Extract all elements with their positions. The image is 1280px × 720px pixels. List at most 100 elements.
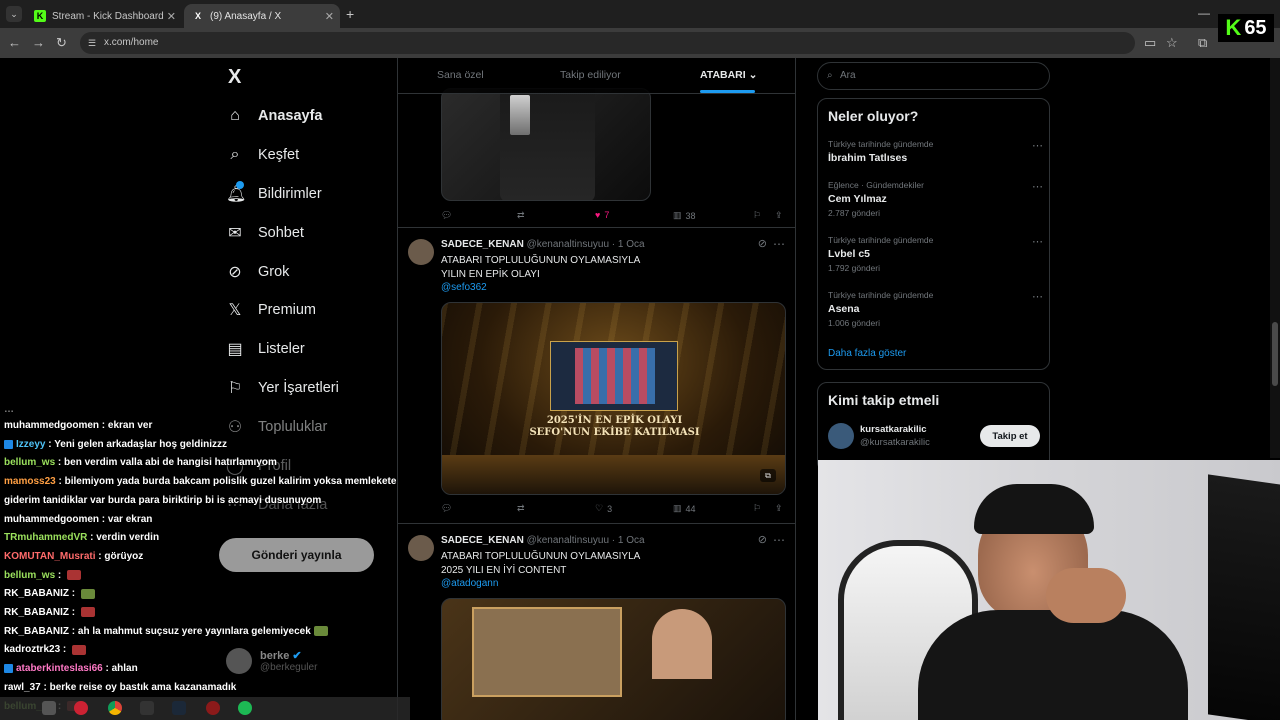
sidebar-item-bookmarks[interactable]: ⚐ Yer İşaretleri xyxy=(226,376,339,400)
share-button[interactable]: ⇪ xyxy=(775,210,783,221)
site-info-icon[interactable]: ☰ xyxy=(88,32,96,54)
sidebar-item-explore[interactable]: ⌕ Keşfet xyxy=(226,143,300,167)
chat-username[interactable]: TRmuhammedVR xyxy=(4,532,87,543)
timestamp[interactable]: · 1 Oca xyxy=(612,535,645,546)
x-logo-icon[interactable]: X xyxy=(228,66,241,89)
chat-username[interactable]: RK_BABANIZ xyxy=(4,607,69,618)
tweet-image[interactable]: 2025'İN EN EPİK OLAYI SEFO'NUN EKİBE KAT… xyxy=(441,302,786,495)
new-tab-button[interactable]: + xyxy=(346,6,354,22)
trend-context: Türkiye tarihinde gündemde xyxy=(828,139,934,149)
author-name[interactable]: SADECE_KENAN xyxy=(441,239,524,250)
tab-atabari[interactable]: ATABARI ⌄ xyxy=(700,69,757,81)
extensions-icon[interactable]: ⧉ xyxy=(1198,35,1207,51)
more-icon[interactable]: ⋯ xyxy=(1032,235,1043,248)
sidebar-item-lists[interactable]: ▤ Listeler xyxy=(226,337,304,361)
tab-x-home[interactable]: X (9) Anasayfa / X ✕ xyxy=(184,4,340,28)
reply-button[interactable]: 💬︎ xyxy=(441,503,452,514)
sidebar-item-messages[interactable]: ✉ Sohbet xyxy=(226,221,304,245)
author-handle[interactable]: @kenanaltinsuyuu xyxy=(527,535,609,546)
sidebar-item-grok[interactable]: ⊘ Grok xyxy=(226,260,289,284)
chat-username[interactable]: RK_BABANIZ xyxy=(4,626,69,637)
timestamp[interactable]: · 1 Oca xyxy=(612,239,645,250)
sidebar-item-notifications[interactable]: 🔔︎ Bildirimler xyxy=(226,181,322,206)
bookmark-button[interactable]: ⚐ xyxy=(753,503,761,514)
chat-username[interactable]: muhammedgoomen xyxy=(4,420,99,431)
taskbar-app-icon[interactable] xyxy=(140,701,154,715)
tab-kick-dashboard[interactable]: K Stream - Kick Dashboard ✕ xyxy=(26,4,182,28)
chat-username[interactable]: bellum_ws xyxy=(4,457,55,468)
tab-for-you[interactable]: Sana özel xyxy=(437,69,484,81)
chat-username[interactable]: muhammedgoomen xyxy=(4,514,99,525)
views-button[interactable]: ▥ 38 xyxy=(673,210,696,221)
sidebar-item-label: Grok xyxy=(258,264,290,280)
author-handle[interactable]: @kenanaltinsuyuu xyxy=(527,239,609,250)
reply-button[interactable]: 💬︎ xyxy=(441,210,452,221)
chrome-icon[interactable] xyxy=(108,701,122,715)
reload-icon[interactable]: ↻ xyxy=(56,35,67,51)
author-name[interactable]: SADECE_KENAN xyxy=(441,535,524,546)
taskbar-app-icon[interactable] xyxy=(74,701,88,715)
tab-label: ATABARI xyxy=(700,69,746,81)
tweet-line: ATABARI TOPLULUĞUNUN OYLAMASIYLA xyxy=(441,551,641,562)
like-button[interactable]: ♡ 3 xyxy=(595,503,612,514)
mention-link[interactable]: @atadogann xyxy=(441,577,781,591)
retweet-button[interactable]: ⇄ xyxy=(517,503,525,514)
avatar[interactable] xyxy=(408,239,434,265)
steam-icon[interactable] xyxy=(172,701,186,715)
chat-username[interactable]: RK_BABANIZ xyxy=(4,588,69,599)
more-icon[interactable]: ⋯ xyxy=(1032,139,1043,152)
trend-item[interactable]: Türkiye tarihinde gündemde Lvbel c5 1.79… xyxy=(828,235,1043,273)
tab-search-icon[interactable]: ⌄ xyxy=(6,6,22,22)
grok-icon[interactable]: ⊘ xyxy=(758,237,767,250)
sidebar-item-home[interactable]: ⌂ Anasayfa xyxy=(226,104,322,128)
like-button[interactable]: ♥ 7 xyxy=(595,210,609,220)
tweet-image[interactable] xyxy=(441,88,651,201)
taskbar-app-icon[interactable] xyxy=(42,701,56,715)
show-more-link[interactable]: Daha fazla göster xyxy=(828,348,906,359)
more-icon[interactable]: ⋯ xyxy=(773,533,785,547)
more-icon[interactable]: ⋯ xyxy=(1032,290,1043,303)
close-tab-icon[interactable]: ✕ xyxy=(325,10,334,23)
trend-item[interactable]: Türkiye tarihinde gündemde İbrahim Tatlı… xyxy=(828,139,1043,164)
tweet-image[interactable] xyxy=(441,598,786,720)
grok-icon[interactable]: ⊘ xyxy=(758,533,767,546)
tweet[interactable]: SADECE_KENAN @kenanaltinsuyuu · 1 Oca ⊘ … xyxy=(398,525,795,720)
follow-button[interactable]: Takip et xyxy=(980,425,1040,447)
scrollbar-thumb[interactable] xyxy=(1272,322,1278,386)
retweet-button[interactable]: ⇄ xyxy=(517,210,525,221)
chat-username[interactable]: bellum_ws xyxy=(4,570,55,581)
tab-following[interactable]: Takip ediliyor xyxy=(560,69,621,81)
suggested-name[interactable]: kursatkarakilic xyxy=(860,424,927,435)
share-button[interactable]: ⇪ xyxy=(775,503,783,514)
tweet[interactable]: SADECE_KENAN @kenanaltinsuyuu · 1 Oca ⊘ … xyxy=(398,229,795,524)
sidebar-item-premium[interactable]: 𝕏 Premium xyxy=(226,298,316,322)
scrollbar[interactable] xyxy=(1270,58,1280,458)
bookmark-star-icon[interactable]: ☆ xyxy=(1166,35,1178,51)
avatar[interactable] xyxy=(828,423,854,449)
views-button[interactable]: ▥ 44 xyxy=(673,503,696,514)
chat-username[interactable]: mamoss23 xyxy=(4,476,56,487)
taskbar-app-icon[interactable] xyxy=(206,701,220,715)
mention-link[interactable]: @sefo362 xyxy=(441,281,781,295)
spotify-icon[interactable] xyxy=(238,701,252,715)
url-bar[interactable]: ☰ x.com/home xyxy=(80,32,1135,54)
more-icon[interactable]: ⋯ xyxy=(773,237,785,251)
chat-username[interactable]: KOMUTAN_Musrati xyxy=(4,551,95,562)
chat-text: verdin verdin xyxy=(96,532,160,544)
chat-username[interactable]: rawl_37 xyxy=(4,682,41,693)
search-input[interactable]: ⌕ Ara xyxy=(817,62,1050,90)
back-icon[interactable]: ← xyxy=(8,35,21,50)
alt-text-icon[interactable]: ⧉ xyxy=(760,469,776,482)
chat-username[interactable]: Izzeyy xyxy=(16,439,45,450)
trend-item[interactable]: Eğlence · Gündemdekiler Cem Yılmaz 2.787… xyxy=(828,180,1043,218)
forward-icon[interactable]: → xyxy=(32,35,45,50)
more-icon[interactable]: ⋯ xyxy=(1032,180,1043,193)
trend-item[interactable]: Türkiye tarihinde gündemde Asena 1.006 g… xyxy=(828,290,1043,328)
chat-username[interactable]: kadroztrk23 xyxy=(4,644,60,655)
close-tab-icon[interactable]: ✕ xyxy=(167,10,176,23)
avatar[interactable] xyxy=(408,535,434,561)
cast-icon[interactable]: ▭ xyxy=(1144,35,1156,51)
chat-username[interactable]: ataberkinteslasi66 xyxy=(16,663,103,674)
bookmark-button[interactable]: ⚐ xyxy=(753,210,761,221)
minimize-icon[interactable]: — xyxy=(1198,6,1210,20)
